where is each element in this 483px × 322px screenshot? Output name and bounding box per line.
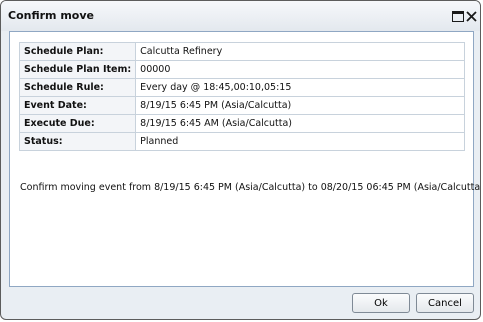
detail-label: Event Date: <box>18 96 137 115</box>
dialog-titlebar: Confirm move <box>1 1 480 31</box>
confirm-message: Confirm moving event from 8/19/15 6:45 P… <box>20 182 481 193</box>
confirm-move-dialog: Confirm move Schedule Plan: Calcutta Ref… <box>0 0 481 320</box>
detail-value: 00000 <box>135 60 465 79</box>
detail-value: Planned <box>135 132 465 151</box>
detail-value: 8/19/15 6:45 PM (Asia/Calcutta) <box>135 96 465 115</box>
detail-label: Schedule Plan: <box>18 42 137 61</box>
event-details-table: Schedule Plan: Calcutta Refinery Schedul… <box>18 42 465 151</box>
detail-label: Status: <box>18 132 137 151</box>
detail-label: Schedule Plan Item: <box>18 60 137 79</box>
close-icon[interactable] <box>464 9 478 23</box>
restore-icon[interactable] <box>451 9 465 23</box>
detail-row-event-date: Event Date: 8/19/15 6:45 PM (Asia/Calcut… <box>18 96 465 115</box>
detail-row-schedule-plan: Schedule Plan: Calcutta Refinery <box>18 42 465 61</box>
detail-row-status: Status: Planned <box>18 132 465 151</box>
ok-button[interactable]: Ok <box>352 293 410 313</box>
detail-value: 8/19/15 6:45 AM (Asia/Calcutta) <box>135 114 465 133</box>
detail-value: Calcutta Refinery <box>135 42 465 61</box>
detail-label: Execute Due: <box>18 114 137 133</box>
detail-label: Schedule Rule: <box>18 78 137 97</box>
detail-row-execute-due: Execute Due: 8/19/15 6:45 AM (Asia/Calcu… <box>18 114 465 133</box>
detail-value: Every day @ 18:45,00:10,05:15 <box>135 78 465 97</box>
dialog-title: Confirm move <box>8 9 94 22</box>
dialog-content: Schedule Plan: Calcutta Refinery Schedul… <box>9 31 480 287</box>
cancel-button[interactable]: Cancel <box>416 293 474 313</box>
detail-row-schedule-rule: Schedule Rule: Every day @ 18:45,00:10,0… <box>18 78 465 97</box>
detail-row-schedule-plan-item: Schedule Plan Item: 00000 <box>18 60 465 79</box>
